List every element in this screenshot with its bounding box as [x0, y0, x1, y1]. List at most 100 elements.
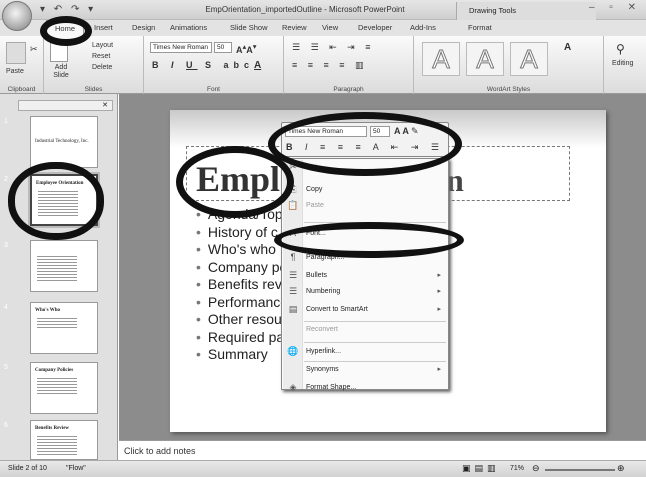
tab-add-ins[interactable]: Add-Ins [410, 23, 436, 32]
tab-developer[interactable]: Developer [358, 23, 392, 32]
view-buttons[interactable]: ▣▤▥ [462, 463, 500, 474]
zoom-out-icon[interactable]: ⊖ [532, 463, 540, 474]
context-menu-item-label: Reconvert [306, 326, 338, 333]
tab-design[interactable]: Design [132, 23, 155, 32]
menu-separator [304, 361, 446, 362]
tab-view[interactable]: View [322, 23, 338, 32]
thumbnail-number: 1 [4, 118, 8, 125]
zoom-level[interactable]: 71% [510, 465, 524, 472]
submenu-arrow-icon: ▸ [437, 306, 441, 313]
context-menu-item[interactable]: Reconvert [283, 323, 447, 337]
slide-counter: Slide 2 of 10 [8, 465, 47, 472]
slide-thumbnail-1[interactable]: Industrial Technology, Inc. [30, 116, 98, 168]
menu-separator [304, 321, 446, 322]
context-menu-item-label: Convert to SmartArt [306, 306, 368, 313]
format-buttons-row[interactable]: B I U S abc [152, 60, 254, 70]
wordart-group: A A A A WordArt Styles [414, 36, 604, 94]
office-button[interactable] [2, 1, 32, 31]
wordart-style-3[interactable]: A [510, 42, 548, 76]
paragraph-icon: ¶ [290, 252, 296, 262]
context-menu-item[interactable]: ◈ Format Shape... [283, 381, 447, 395]
submenu-arrow-icon: ▸ [437, 288, 441, 295]
tab-animations[interactable]: Animations [170, 23, 207, 32]
wordart-group-label: WordArt Styles [486, 86, 531, 93]
add-slide-button[interactable]: Add Slide [48, 64, 74, 80]
thumbnail-text-lines [37, 376, 77, 396]
find-icon[interactable]: ⚲ [616, 42, 625, 56]
bullet-item: Benefits revie [196, 276, 293, 294]
context-menu-item[interactable]: 🌐 Hyperlink... [283, 345, 447, 359]
font-color-icon[interactable]: A [254, 60, 261, 71]
bullet-item: Performance [196, 294, 293, 312]
bullet-item: Summary [196, 346, 293, 364]
context-menu-item[interactable]: ☰ Numbering ▸ [283, 285, 447, 299]
zoom-slider[interactable] [545, 469, 615, 471]
font-name-box[interactable]: Times New Roman [150, 42, 212, 53]
thumbnail-title: Benefits Review [35, 426, 70, 431]
context-menu-item-label: Synonyms [306, 366, 339, 373]
paste-button[interactable]: Paste [6, 68, 24, 75]
ribbon-tab-row: Home Insert Design Animations Slide Show… [0, 20, 646, 36]
align-buttons-icon[interactable]: ≡ ≡ ≡ ≡ ▥ [292, 60, 368, 71]
context-menu-item-label: Numbering [306, 288, 341, 295]
text-fill-icon[interactable]: A [564, 42, 571, 53]
paragraph-group-label: Paragraph [333, 86, 364, 93]
slide-thumbnail-6[interactable]: Benefits Review [30, 420, 98, 460]
window-title: EmpOrientation_importedOutline - Microso… [205, 5, 405, 14]
font-group: Times New Roman 50 A▴A▾ B I U S abc A Fo… [144, 36, 284, 94]
clipboard-group-label: Clipboard [7, 86, 36, 93]
context-menu-item-label: Hyperlink... [306, 348, 342, 355]
thumbnail-number: 4 [4, 304, 8, 311]
bullet-list[interactable]: Agenda/Top History of c Who's who Compan… [196, 206, 293, 364]
slide-thumbnail-3[interactable] [30, 240, 98, 292]
thumbnail-title: Industrial Technology, Inc. [35, 139, 89, 144]
paragraph-group: ☰ ☰ ⇤ ⇥ ≡ ≡ ≡ ≡ ≡ ▥ Paragraph [284, 36, 414, 94]
context-menu-item-label: Format Shape... [306, 384, 357, 391]
context-menu-item[interactable]: ⎘ Copy [283, 183, 447, 197]
tab-slide-show[interactable]: Slide Show [230, 23, 268, 32]
quick-access-toolbar[interactable]: ▾ ↶ ↷ ▾ [40, 4, 96, 15]
thumbnail-number: 6 [4, 422, 8, 429]
tab-insert[interactable]: Insert [94, 23, 113, 32]
thumbnail-number: 2 [4, 176, 8, 183]
context-menu-item-label: Bullets [306, 272, 328, 279]
context-menu-item-label: Copy [306, 186, 323, 193]
panel-close-icon[interactable]: ✕ [18, 100, 113, 111]
editing-button[interactable]: Editing [612, 60, 633, 67]
numbering-icon: ☰ [288, 286, 298, 296]
wordart-style-1[interactable]: A [422, 42, 460, 76]
context-menu: ✂ Cut ⎘ Copy 📋 Paste A Font... ¶ Paragraph... ☰ Bul… [281, 158, 449, 392]
context-menu-item[interactable]: ☰ Bullets ▸ [283, 269, 447, 283]
notes-pane[interactable] [119, 440, 646, 460]
clipboard-group: Paste ✂ Clipboard [0, 36, 44, 94]
drawing-tools-tab-group: Drawing Tools [456, 2, 596, 20]
cut-icon[interactable]: ✂ [30, 44, 38, 55]
annotation-circle-home-tab [40, 16, 92, 46]
window-controls[interactable]: – ▫ ✕ [589, 2, 642, 13]
context-menu-item[interactable]: 📋 Paste [283, 199, 447, 213]
grow-font-icon[interactable]: A▴A▾ [236, 42, 257, 55]
slide-thumbnail-4[interactable]: Who's Who [30, 302, 98, 354]
submenu-arrow-icon: ▸ [437, 366, 441, 373]
reset-button[interactable]: Reset [92, 53, 110, 60]
layout-button[interactable]: Layout [92, 42, 113, 49]
wordart-style-2[interactable]: A [466, 42, 504, 76]
delete-button[interactable]: Delete [92, 64, 112, 71]
ribbon: Paste ✂ Clipboard Add Slide Layout Reset… [0, 36, 646, 94]
zoom-in-icon[interactable]: ⊕ [617, 463, 625, 474]
thumbnail-number: 3 [4, 242, 8, 249]
thumbnail-title: Who's Who [35, 308, 61, 313]
context-menu-item[interactable]: Synonyms ▸ [283, 363, 447, 377]
thumbnail-number: 5 [4, 364, 8, 371]
tab-format[interactable]: Format [468, 23, 492, 32]
context-menu-item[interactable]: ▤ Convert to SmartArt ▸ [283, 303, 447, 317]
paste-icon[interactable] [6, 42, 26, 64]
menu-separator [304, 342, 446, 343]
tab-review[interactable]: Review [282, 23, 307, 32]
bullet-item: Company pol [196, 259, 293, 277]
paste-icon: 📋 [287, 200, 299, 210]
slide-thumbnail-5[interactable]: Company Policies [30, 362, 98, 414]
font-size-box[interactable]: 50 [214, 42, 232, 53]
list-buttons-icon[interactable]: ☰ ☰ ⇤ ⇥ ≡ [292, 42, 374, 53]
bullets-icon: ☰ [288, 270, 298, 280]
